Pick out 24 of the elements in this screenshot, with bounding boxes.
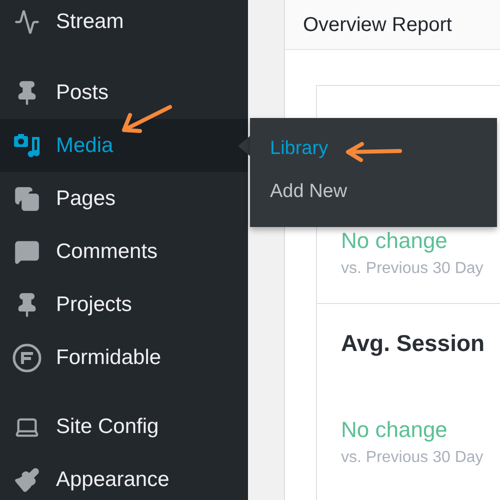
panel-title: Overview Report — [303, 12, 452, 38]
form-logo-icon — [12, 342, 42, 372]
sidebar-item[interactable]: Site Config — [0, 400, 248, 453]
speech-bubble-icon — [14, 238, 40, 264]
sidebar-item[interactable]: Comments — [0, 225, 248, 278]
stat-title: Avg. Session — [341, 329, 486, 358]
pages-icon — [14, 186, 40, 212]
sidebar-item[interactable]: Appearance — [0, 453, 248, 500]
sidebar-item[interactable]: Pages — [0, 172, 248, 225]
pulse-icon — [14, 9, 40, 35]
sidebar-item[interactable]: Projects — [0, 278, 248, 331]
submenu-item[interactable]: Add New — [250, 171, 497, 214]
camera-music-icon — [13, 132, 41, 158]
annotation-arrow — [344, 139, 404, 163]
sidebar-item[interactable]: Media — [0, 119, 248, 172]
sidebar-item[interactable]: Stream — [0, 0, 248, 44]
paintbrush-icon — [14, 466, 40, 492]
submenu-item[interactable]: Library — [250, 128, 497, 171]
sidebar-item[interactable]: Formidable — [0, 331, 248, 384]
change-text: No change — [341, 416, 448, 444]
change-text: No change — [341, 227, 448, 255]
comparison-text: vs. Previous 30 Day — [341, 259, 484, 279]
sidebar-item[interactable]: Posts — [0, 66, 248, 119]
comparison-text: vs. Previous 30 Day — [341, 448, 484, 468]
